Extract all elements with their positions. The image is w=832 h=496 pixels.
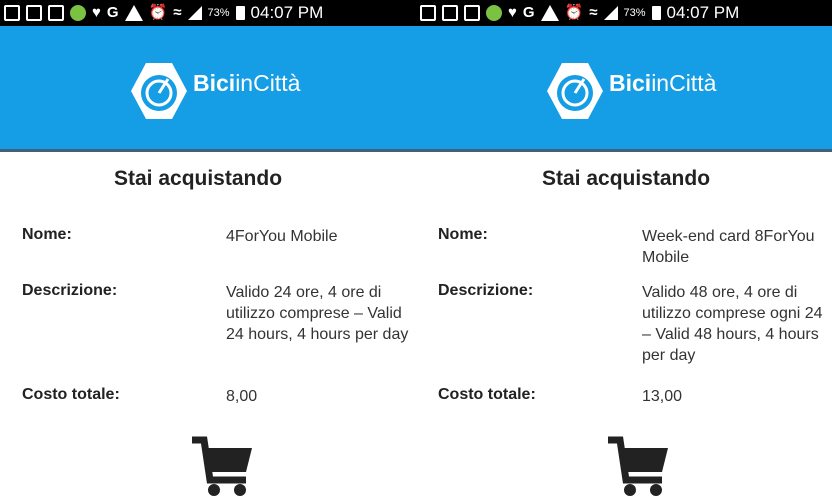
shopping-cart-icon[interactable] [190,436,254,496]
description-value: Valido 24 ore, 4 ore di utilizzo compres… [226,284,409,343]
description-value: Valido 48 ore, 4 ore di utilizzo compres… [642,284,823,364]
gallery-icon [442,5,458,21]
bike-gauge-logo-icon [131,63,187,119]
warning-icon [540,5,559,21]
google-icon: G [106,4,119,21]
status-time: 04:07 PM [250,3,324,22]
description-label: Descrizione: [438,282,534,299]
total-label: Costo totale: [438,386,536,403]
name-value: Week-end card 8ForYou Mobile [642,228,815,266]
bike-gauge-logo-icon [547,63,603,119]
app-header: BiciinCittà [0,26,420,152]
page-title: Stai acquistando [113,167,283,190]
shopping-cart-icon[interactable] [606,436,670,496]
pokeball-icon [70,5,86,21]
name-value: 4ForYou Mobile [226,228,338,245]
app-header: BiciinCittà [416,26,832,152]
twitter-icon: ♥ [92,4,101,21]
gallery-icon [48,5,64,21]
app-title: BiciinCittà [193,70,301,96]
message-icon [4,5,20,21]
status-time: 04:07 PM [666,3,740,22]
screenshot-icon [464,5,480,21]
name-label: Nome: [22,226,72,243]
wifi-icon: ≈ [589,4,598,21]
twitter-icon: ♥ [508,4,517,21]
battery-icon [651,6,661,20]
description-label: Descrizione: [22,282,118,299]
screenshot-icon [26,5,42,21]
total-value: 8,00 [226,388,258,405]
status-bar: ♥ G ⏰ ≈ 73% 04:07 PM [0,0,420,26]
battery-percent: 73% [207,7,230,19]
signal-icon [603,6,618,20]
status-bar: ♥ G ⏰ ≈ 73% 04:07 PM [416,0,832,26]
alarm-icon: ⏰ [148,4,168,21]
screenshot-left: ♥ G ⏰ ≈ 73% 04:07 PM BiciinCittà Stai ac… [0,0,420,496]
signal-icon [187,6,202,20]
message-icon [420,5,436,21]
total-value: 13,00 [642,388,683,405]
name-label: Nome: [438,226,488,243]
total-label: Costo totale: [22,386,120,403]
screenshot-right: ♥ G ⏰ ≈ 73% 04:07 PM BiciinCittà Stai ac… [416,0,832,496]
alarm-icon: ⏰ [564,4,584,21]
battery-icon [235,6,245,20]
battery-percent: 73% [623,7,646,19]
page-title: Stai acquistando [541,167,711,190]
wifi-icon: ≈ [173,4,182,21]
google-icon: G [522,4,535,21]
warning-icon [124,5,143,21]
app-title: BiciinCittà [609,70,717,96]
pokeball-icon [486,5,502,21]
